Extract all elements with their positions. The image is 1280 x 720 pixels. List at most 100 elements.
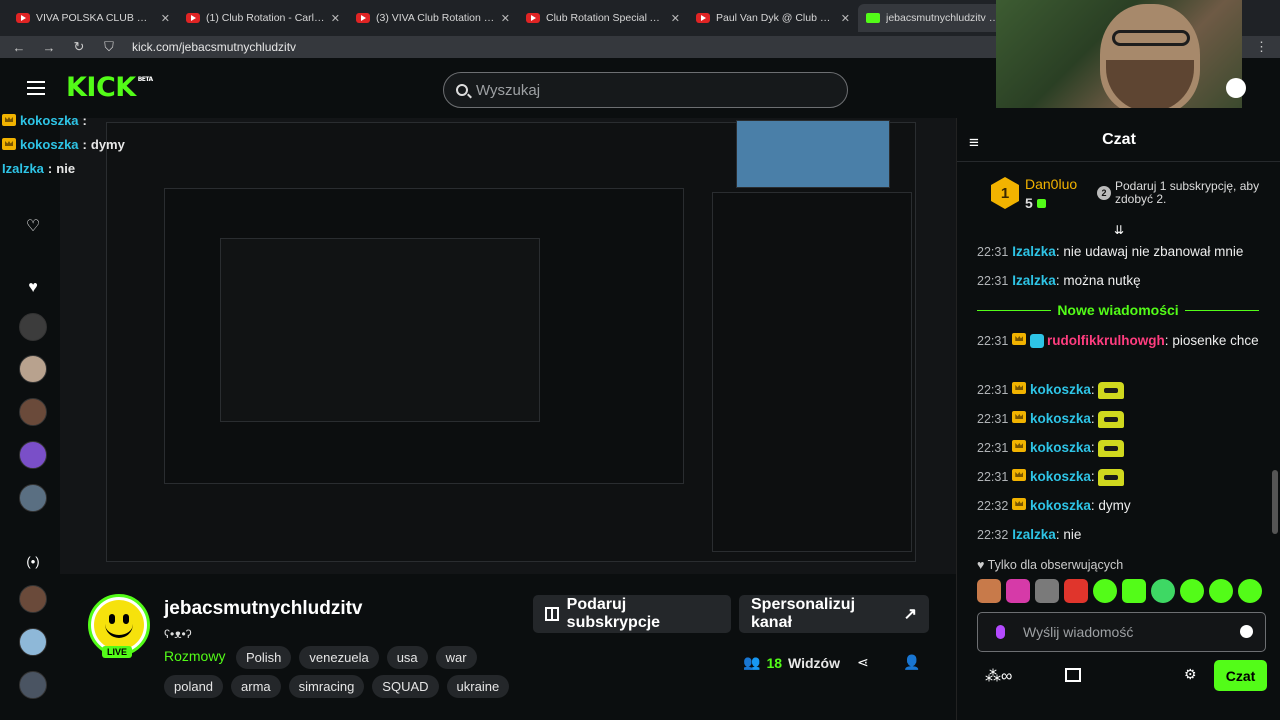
emoji-icon[interactable] (1240, 625, 1253, 638)
external-link-icon: ↗ (903, 606, 917, 623)
youtube-icon (526, 13, 540, 23)
follow-icon[interactable]: 👤 (903, 654, 920, 671)
hamburger-menu-icon[interactable] (27, 81, 45, 95)
tag[interactable]: war (435, 646, 477, 669)
new-messages-divider: Nowe wiadomości (977, 302, 1259, 318)
mic-icon[interactable] (996, 625, 1005, 639)
gift-leaderboard: 1 Dan0luo 5 2 Podaruj 1 subskrypcję, aby… (977, 173, 1277, 233)
webcam-overlay (996, 0, 1242, 108)
chat-message: 22:31 Izalzka: można nutkę (977, 273, 1141, 288)
chat-scrollbar[interactable] (1272, 470, 1278, 534)
reload-icon[interactable]: ↻ (72, 39, 86, 55)
send-chat-button[interactable]: Czat (1214, 660, 1267, 691)
leader-hint: Podaruj 1 subskrypcję, aby zdobyć 2. (1115, 179, 1260, 206)
sidebar-channel-avatar[interactable] (19, 313, 47, 341)
crown-badge-icon (1012, 469, 1027, 481)
users-icon: 👥 (743, 654, 761, 670)
emote-icon[interactable] (1035, 579, 1059, 603)
crown-badge-icon (1012, 498, 1027, 510)
emote-icon[interactable] (1180, 579, 1204, 603)
settings-gear-icon[interactable]: ⚙ (1184, 666, 1197, 683)
browser-menu-icon[interactable]: ⋮ (1255, 39, 1268, 55)
emote-icon[interactable] (1093, 579, 1117, 603)
crown-badge-icon (2, 138, 16, 150)
sidebar-channel-avatar[interactable] (19, 585, 47, 613)
leader-count: 5 (1025, 195, 1046, 211)
kick-logo[interactable]: KICK BETA (66, 72, 153, 103)
browser-tab[interactable]: (1) Club Rotation - Carl Cox ✕ (178, 4, 348, 32)
youtube-icon (356, 13, 370, 23)
browser-tab[interactable]: VIVA POLSKA CLUB ROTATION✕ (8, 4, 178, 32)
pin-icon[interactable]: ⇊ (1114, 223, 1124, 237)
chat-message: 22:31 kokoszka: (977, 409, 1267, 429)
live-signal-icon[interactable]: (•) (19, 547, 47, 575)
forward-icon[interactable]: → (42, 40, 56, 55)
youtube-icon (696, 13, 710, 23)
close-tab-icon[interactable]: ✕ (671, 12, 680, 25)
browser-tab[interactable]: Club Rotation Special ATB 2 ✕ (518, 4, 688, 32)
emote-icon (1098, 410, 1125, 428)
leader-name[interactable]: Dan0luo (1025, 176, 1077, 192)
tag[interactable]: usa (386, 646, 428, 669)
streamer-glasses (1112, 30, 1190, 46)
chat-panel: ≡ Czat 1 Dan0luo 5 2 Podaruj 1 subskrypc… (956, 118, 1280, 720)
tag[interactable]: simracing (288, 675, 365, 698)
tag[interactable]: poland (164, 675, 224, 698)
sidebar-channel-avatar[interactable] (19, 441, 47, 469)
gift-subscription-button[interactable]: Podaruj subskrypcje (533, 595, 731, 633)
close-tab-icon[interactable]: ✕ (161, 12, 170, 25)
channel-name[interactable]: jebacsmutnychludzitv (164, 598, 363, 620)
back-icon[interactable]: ← (12, 40, 26, 55)
close-tab-icon[interactable]: ✕ (501, 12, 510, 25)
sidebar-channel-avatar[interactable] (19, 355, 47, 383)
share-icon[interactable]: ⋖ (857, 654, 869, 671)
profile-avatar[interactable] (1226, 78, 1246, 98)
gift-icon (545, 607, 559, 621)
chat-header: ≡ Czat (957, 118, 1280, 162)
close-tab-icon[interactable]: ✕ (331, 12, 340, 25)
tag[interactable]: venezuela (299, 646, 379, 669)
emote-icon (1098, 439, 1125, 457)
next-rank-badge: 2 (1097, 186, 1111, 200)
crown-badge-icon (1012, 440, 1027, 452)
tag[interactable]: arma (231, 675, 281, 698)
browser-tab-active[interactable]: jebacsmutnychludzitv Stream (858, 4, 1008, 32)
video-player[interactable] (60, 118, 956, 574)
chat-actions: ⁂∞ ⚙ Czat (977, 660, 1267, 692)
tag[interactable]: SQUAD (372, 675, 439, 698)
followers-only-label: ♥ Tylko dla obserwujących (977, 558, 1124, 572)
overlay-chat-row: kokoszka: (0, 108, 130, 132)
emote-icon[interactable] (1122, 579, 1146, 603)
shield-icon[interactable]: ⛉ (102, 39, 116, 55)
emote-icon[interactable] (1064, 579, 1088, 603)
url-field[interactable]: kick.com/jebacsmutnychludzitv (132, 40, 296, 54)
sidebar-channel-avatar[interactable] (19, 484, 47, 512)
search-input[interactable]: Wyszukaj (443, 72, 848, 108)
chat-message: 22:32 Izalzka: nie (977, 527, 1082, 542)
overlay-chat: kokoszka: kokoszka: dymy Izalzka: nie (0, 108, 130, 198)
tag[interactable]: Polish (236, 646, 292, 669)
sidebar-channel-avatar[interactable] (19, 628, 47, 656)
chat-message: 22:31 kokoszka: (977, 467, 1267, 487)
category-link[interactable]: Rozmowy (164, 648, 225, 664)
sidebar-channel-avatar[interactable] (19, 398, 47, 426)
emote-icon[interactable] (1006, 579, 1030, 603)
chat-message-input[interactable]: Wyślij wiadomość (977, 612, 1266, 652)
sidebar-channel-avatar[interactable] (19, 671, 47, 699)
store-icon[interactable] (1065, 668, 1081, 682)
browser-tab[interactable]: (3) VIVA Club Rotation Polska✕ (348, 4, 518, 32)
crown-badge-icon (1012, 333, 1027, 345)
emote-icon[interactable] (1238, 579, 1262, 603)
points-infinity-icon[interactable]: ⁂∞ (985, 666, 1012, 686)
browser-tab[interactable]: Paul Van Dyk @ Club Rotation✕ (688, 4, 858, 32)
emote-icon[interactable] (1209, 579, 1233, 603)
customize-channel-button[interactable]: Spersonalizuj kanał ↗ (739, 595, 929, 633)
tag[interactable]: ukraine (446, 675, 510, 698)
chat-message: 22:32 kokoszka: dymy (977, 498, 1131, 513)
heart-icon[interactable]: ♥ (19, 274, 47, 302)
search-placeholder: Wyszukaj (476, 81, 541, 99)
emote-icon[interactable] (977, 579, 1001, 603)
close-tab-icon[interactable]: ✕ (841, 12, 850, 25)
following-heart-icon[interactable]: ♡ (19, 212, 47, 240)
emote-icon[interactable] (1151, 579, 1175, 603)
